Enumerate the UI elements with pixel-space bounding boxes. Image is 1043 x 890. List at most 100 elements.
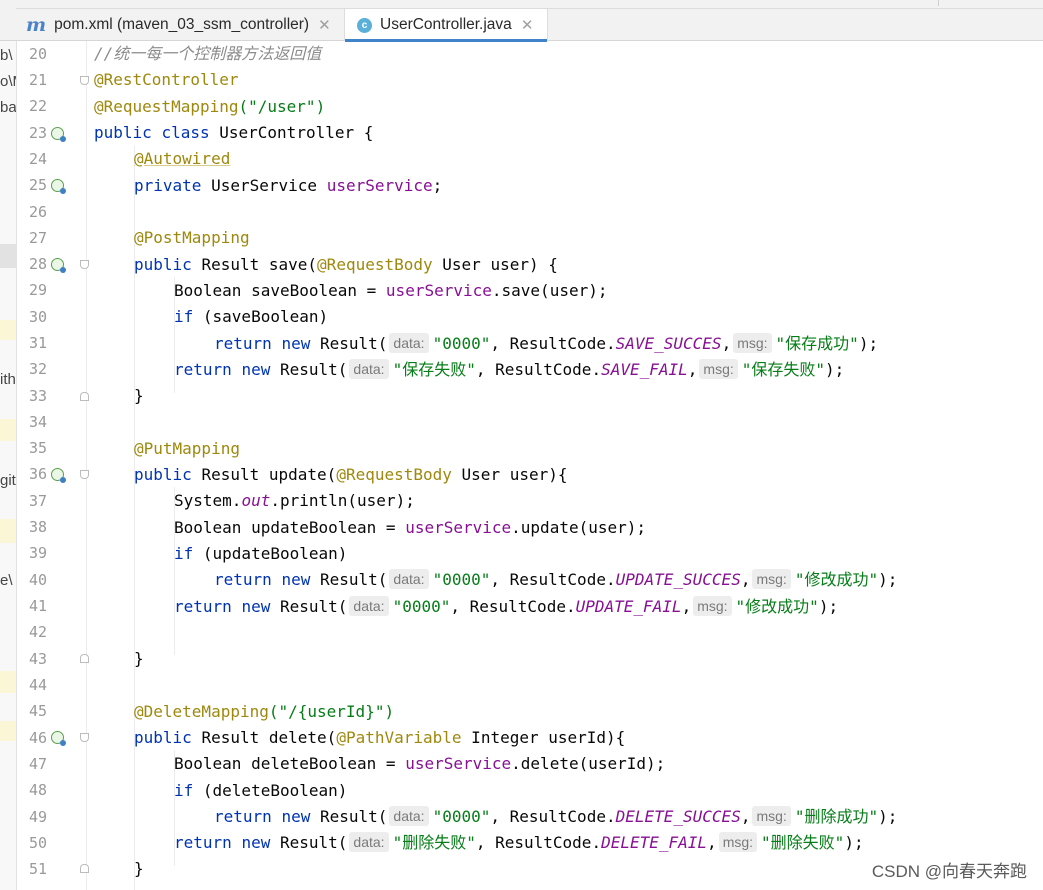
line-number: 25 — [28, 176, 47, 194]
code-line[interactable]: @PostMapping — [134, 225, 250, 251]
line-number: 42 — [28, 623, 47, 641]
code-line[interactable]: Boolean deleteBoolean = userService.dele… — [174, 751, 665, 777]
string-literal: "0000" — [432, 570, 491, 589]
code-line[interactable]: } — [134, 646, 144, 672]
punct: } — [134, 859, 144, 878]
close-icon[interactable]: ✕ — [521, 16, 534, 34]
parameter-hint: data: — [389, 806, 429, 826]
tree-row-highlight — [0, 671, 16, 693]
keyword: if — [174, 781, 194, 800]
code-line[interactable]: //统一每一个控制器方法返回值 — [94, 41, 321, 67]
punct: , — [490, 334, 510, 353]
maven-icon: m — [26, 13, 47, 36]
tab-user-controller[interactable]: c UserController.java ✕ — [344, 9, 548, 42]
spring-bean-icon[interactable] — [51, 127, 66, 142]
editor-gutter[interactable]: 20 21 22 23 24 25 26 27 28 29 30 31 32 3… — [17, 41, 89, 890]
code-line[interactable]: return new Result(data: "删除失败", ResultCod… — [174, 830, 864, 856]
constant: DELETE_FAIL — [601, 833, 708, 852]
project-tree-fragment[interactable]: ith — [0, 371, 16, 388]
code-line[interactable]: public Result save(@RequestBody User use… — [134, 252, 558, 278]
code-line[interactable]: } — [134, 856, 144, 882]
keyword: if — [174, 544, 194, 563]
project-tree-fragment[interactable]: git — [0, 472, 16, 489]
parameter-hint: msg: — [693, 596, 732, 616]
annotation: @DeleteMapping — [134, 702, 269, 721]
keyword: public — [134, 728, 192, 747]
code-line[interactable]: public Result delete(@PathVariable Integ… — [134, 725, 625, 751]
annotation: @RestController — [94, 70, 239, 89]
keyword: public — [94, 123, 152, 142]
code-line[interactable]: if (updateBoolean) — [174, 541, 347, 567]
annotation: @RequestBody — [336, 465, 452, 484]
request-mapping-icon[interactable] — [51, 731, 66, 746]
keyword: return — [174, 360, 232, 379]
spring-autowired-icon[interactable] — [51, 179, 66, 194]
string-literal: ("/user") — [238, 97, 326, 116]
code-line[interactable]: System.out.println(user); — [174, 488, 415, 514]
code-line[interactable]: Boolean updateBoolean = userService.upda… — [174, 515, 646, 541]
call: .delete(userId); — [511, 754, 666, 773]
string-literal: "0000" — [392, 597, 451, 616]
punct: ); — [844, 833, 864, 852]
keyword: return — [174, 833, 232, 852]
code-line[interactable]: return new Result(data: "0000", ResultCod… — [174, 594, 838, 620]
code-line[interactable]: public Result update(@RequestBody User u… — [134, 462, 568, 488]
close-icon[interactable]: ✕ — [318, 16, 331, 34]
call: Result( — [319, 334, 388, 353]
class-ref: ResultCode. — [495, 360, 602, 379]
type-name: Result — [201, 255, 260, 274]
code-line[interactable]: @RestController — [94, 67, 239, 93]
string-literal: "修改成功" — [794, 570, 879, 589]
code-line[interactable]: @RequestMapping("/user") — [94, 94, 325, 120]
call: .println(user); — [270, 491, 415, 510]
code-editor[interactable]: //统一每一个控制器方法返回值 @RestController @Request… — [87, 41, 1043, 890]
type-name: UserService — [211, 176, 318, 195]
project-panel[interactable]: b\ o\M ba ith git e\ — [0, 41, 17, 890]
line-number: 36 — [28, 465, 47, 483]
line-number: 26 — [28, 203, 47, 221]
parameter-hint: data: — [349, 359, 389, 379]
code-line[interactable]: return new Result(data: "0000", ResultCod… — [214, 567, 897, 593]
code-line[interactable]: Boolean saveBoolean = userService.save(u… — [174, 278, 607, 304]
project-tree-fragment[interactable]: e\ — [0, 572, 13, 589]
code-line[interactable]: @Autowired — [134, 146, 230, 172]
code-line[interactable]: private UserService userService; — [134, 173, 442, 199]
call: .update(user); — [511, 518, 647, 537]
method-name: delete( — [268, 728, 337, 747]
call: Result( — [279, 360, 348, 379]
code-line[interactable]: if (deleteBoolean) — [174, 778, 347, 804]
code-line[interactable]: return new Result(data: "保存失败", ResultCod… — [174, 357, 844, 383]
code-line[interactable]: if (saveBoolean) — [174, 304, 328, 330]
params: User user) { — [432, 255, 558, 274]
parameter-hint: msg: — [752, 806, 791, 826]
keyword: return — [214, 807, 272, 826]
keyword: public — [134, 255, 192, 274]
line-number: 51 — [28, 860, 47, 878]
code-line[interactable]: } — [134, 383, 144, 409]
code-line[interactable]: public class UserController { — [94, 120, 373, 146]
code-line[interactable]: return new Result(data: "0000", ResultCod… — [214, 804, 897, 830]
project-tree-fragment[interactable]: o\M — [0, 73, 16, 90]
editor-tab-bar: m pom.xml (maven_03_ssm_controller) ✕ c … — [0, 0, 1043, 42]
line-number: 23 — [28, 124, 47, 142]
project-tree-fragment[interactable]: b\ — [0, 47, 13, 64]
project-tree-fragment[interactable]: ba — [0, 99, 16, 116]
selected-tree-row[interactable] — [0, 244, 16, 268]
tab-label: UserController.java — [380, 16, 512, 33]
punct: , — [740, 570, 751, 589]
constant: UPDATE_SUCCES — [615, 570, 741, 589]
code-line[interactable]: @PutMapping — [134, 436, 240, 462]
punct: { — [354, 123, 374, 142]
tree-row-highlight — [0, 320, 16, 340]
punct: , — [687, 360, 698, 379]
tab-pom-xml[interactable]: m pom.xml (maven_03_ssm_controller) ✕ — [26, 9, 342, 41]
constant: SAVE_FAIL — [601, 360, 688, 379]
request-mapping-icon[interactable] — [51, 258, 66, 273]
constant: DELETE_SUCCES — [615, 807, 741, 826]
condition: (deleteBoolean) — [193, 781, 348, 800]
line-number: 50 — [28, 834, 47, 852]
code-line[interactable]: @DeleteMapping("/{userId}") — [134, 699, 394, 725]
line-number: 44 — [28, 676, 47, 694]
request-mapping-icon[interactable] — [51, 468, 66, 483]
code-line[interactable]: return new Result(data: "0000", ResultCod… — [214, 331, 878, 357]
